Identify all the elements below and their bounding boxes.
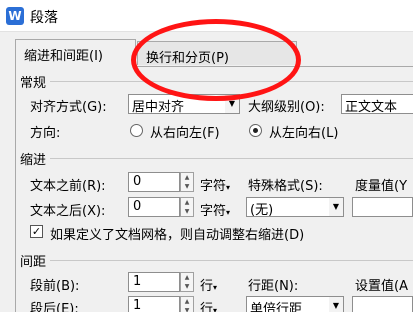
tab-indent-spacing[interactable]: 缩进和间距(I) xyxy=(15,39,136,67)
alignment-label: 对齐方式(G): xyxy=(30,100,107,115)
setting-value-input[interactable] xyxy=(352,296,413,312)
ltr-label[interactable]: 从左向右(L) xyxy=(269,122,338,141)
annotation-circle xyxy=(131,19,301,101)
spacing-before-input[interactable]: 1 xyxy=(128,272,180,292)
indent-before-label: 文本之前(R): xyxy=(30,179,106,194)
special-format-select[interactable]: (无) ▼ xyxy=(246,197,344,217)
chevron-down-icon: ▼ xyxy=(329,297,343,312)
spin-up-icon: ▲ xyxy=(184,274,190,281)
chevron-down-icon: ▼ xyxy=(329,198,343,216)
spacing-after-input[interactable]: 1 xyxy=(128,296,180,312)
indent-after-label: 文本之后(X): xyxy=(30,204,106,219)
spin-down-icon: ▼ xyxy=(184,283,190,290)
spin-up-icon: ▲ xyxy=(184,298,190,305)
spacing-before-spinner[interactable]: ▲ ▼ xyxy=(180,272,194,292)
spacing-after-unit[interactable]: 行▾ xyxy=(200,298,217,312)
setting-value-label: 设置值(A xyxy=(355,279,408,294)
spacing-after-spinner[interactable]: ▲ ▼ xyxy=(180,296,194,312)
alignment-value: 居中对齐 xyxy=(132,100,185,114)
spacing-after-label: 段后(E): xyxy=(30,302,79,312)
line-spacing-select[interactable]: 单倍行距 ▼ xyxy=(246,296,344,312)
outline-level-value: 正文文本 xyxy=(345,100,398,114)
outline-level-select[interactable]: 正文文本 xyxy=(341,94,413,114)
spin-down-icon: ▼ xyxy=(184,208,190,215)
measure-label: 度量值(Y xyxy=(355,179,408,194)
ltr-radio[interactable] xyxy=(249,124,262,137)
general-heading: 常规 xyxy=(20,76,47,91)
wps-logo-icon: W xyxy=(6,7,24,25)
spacing-heading: 间距 xyxy=(20,255,47,270)
grid-checkbox[interactable]: ✓ xyxy=(30,225,43,238)
indent-after-input[interactable]: 0 xyxy=(128,197,180,217)
direction-label: 方向: xyxy=(30,126,61,141)
rtl-radio[interactable] xyxy=(130,124,143,137)
indent-before-spinner[interactable]: ▲ ▼ xyxy=(180,172,194,192)
spin-down-icon: ▼ xyxy=(184,307,190,312)
indent-heading: 缩进 xyxy=(20,153,47,168)
spin-up-icon: ▲ xyxy=(184,199,190,206)
spacing-before-label: 段前(B): xyxy=(30,279,80,294)
indent-before-input[interactable]: 0 xyxy=(128,172,180,192)
outline-level-label: 大纲级别(O): xyxy=(248,100,325,115)
line-spacing-label: 行距(N): xyxy=(248,279,299,294)
spin-down-icon: ▼ xyxy=(184,183,190,190)
spacing-before-unit[interactable]: 行▾ xyxy=(200,275,217,294)
indent-after-unit[interactable]: 字符▾ xyxy=(200,200,230,219)
indent-after-spinner[interactable]: ▲ ▼ xyxy=(180,197,194,217)
spacing-divider xyxy=(50,260,413,261)
indent-before-unit[interactable]: 字符▾ xyxy=(200,175,230,194)
rtl-label[interactable]: 从右向左(F) xyxy=(150,122,220,141)
special-format-value: (无) xyxy=(250,203,274,217)
grid-checkbox-label[interactable]: 如果定义了文档网格，则自动调整右缩进(D) xyxy=(50,224,304,243)
line-spacing-value: 单倍行距 xyxy=(250,302,303,312)
special-format-label: 特殊格式(S): xyxy=(248,179,323,194)
spin-up-icon: ▲ xyxy=(184,174,190,181)
indent-divider xyxy=(50,158,413,159)
dialog-title: 段落 xyxy=(30,10,58,26)
measure-input[interactable] xyxy=(352,197,413,217)
